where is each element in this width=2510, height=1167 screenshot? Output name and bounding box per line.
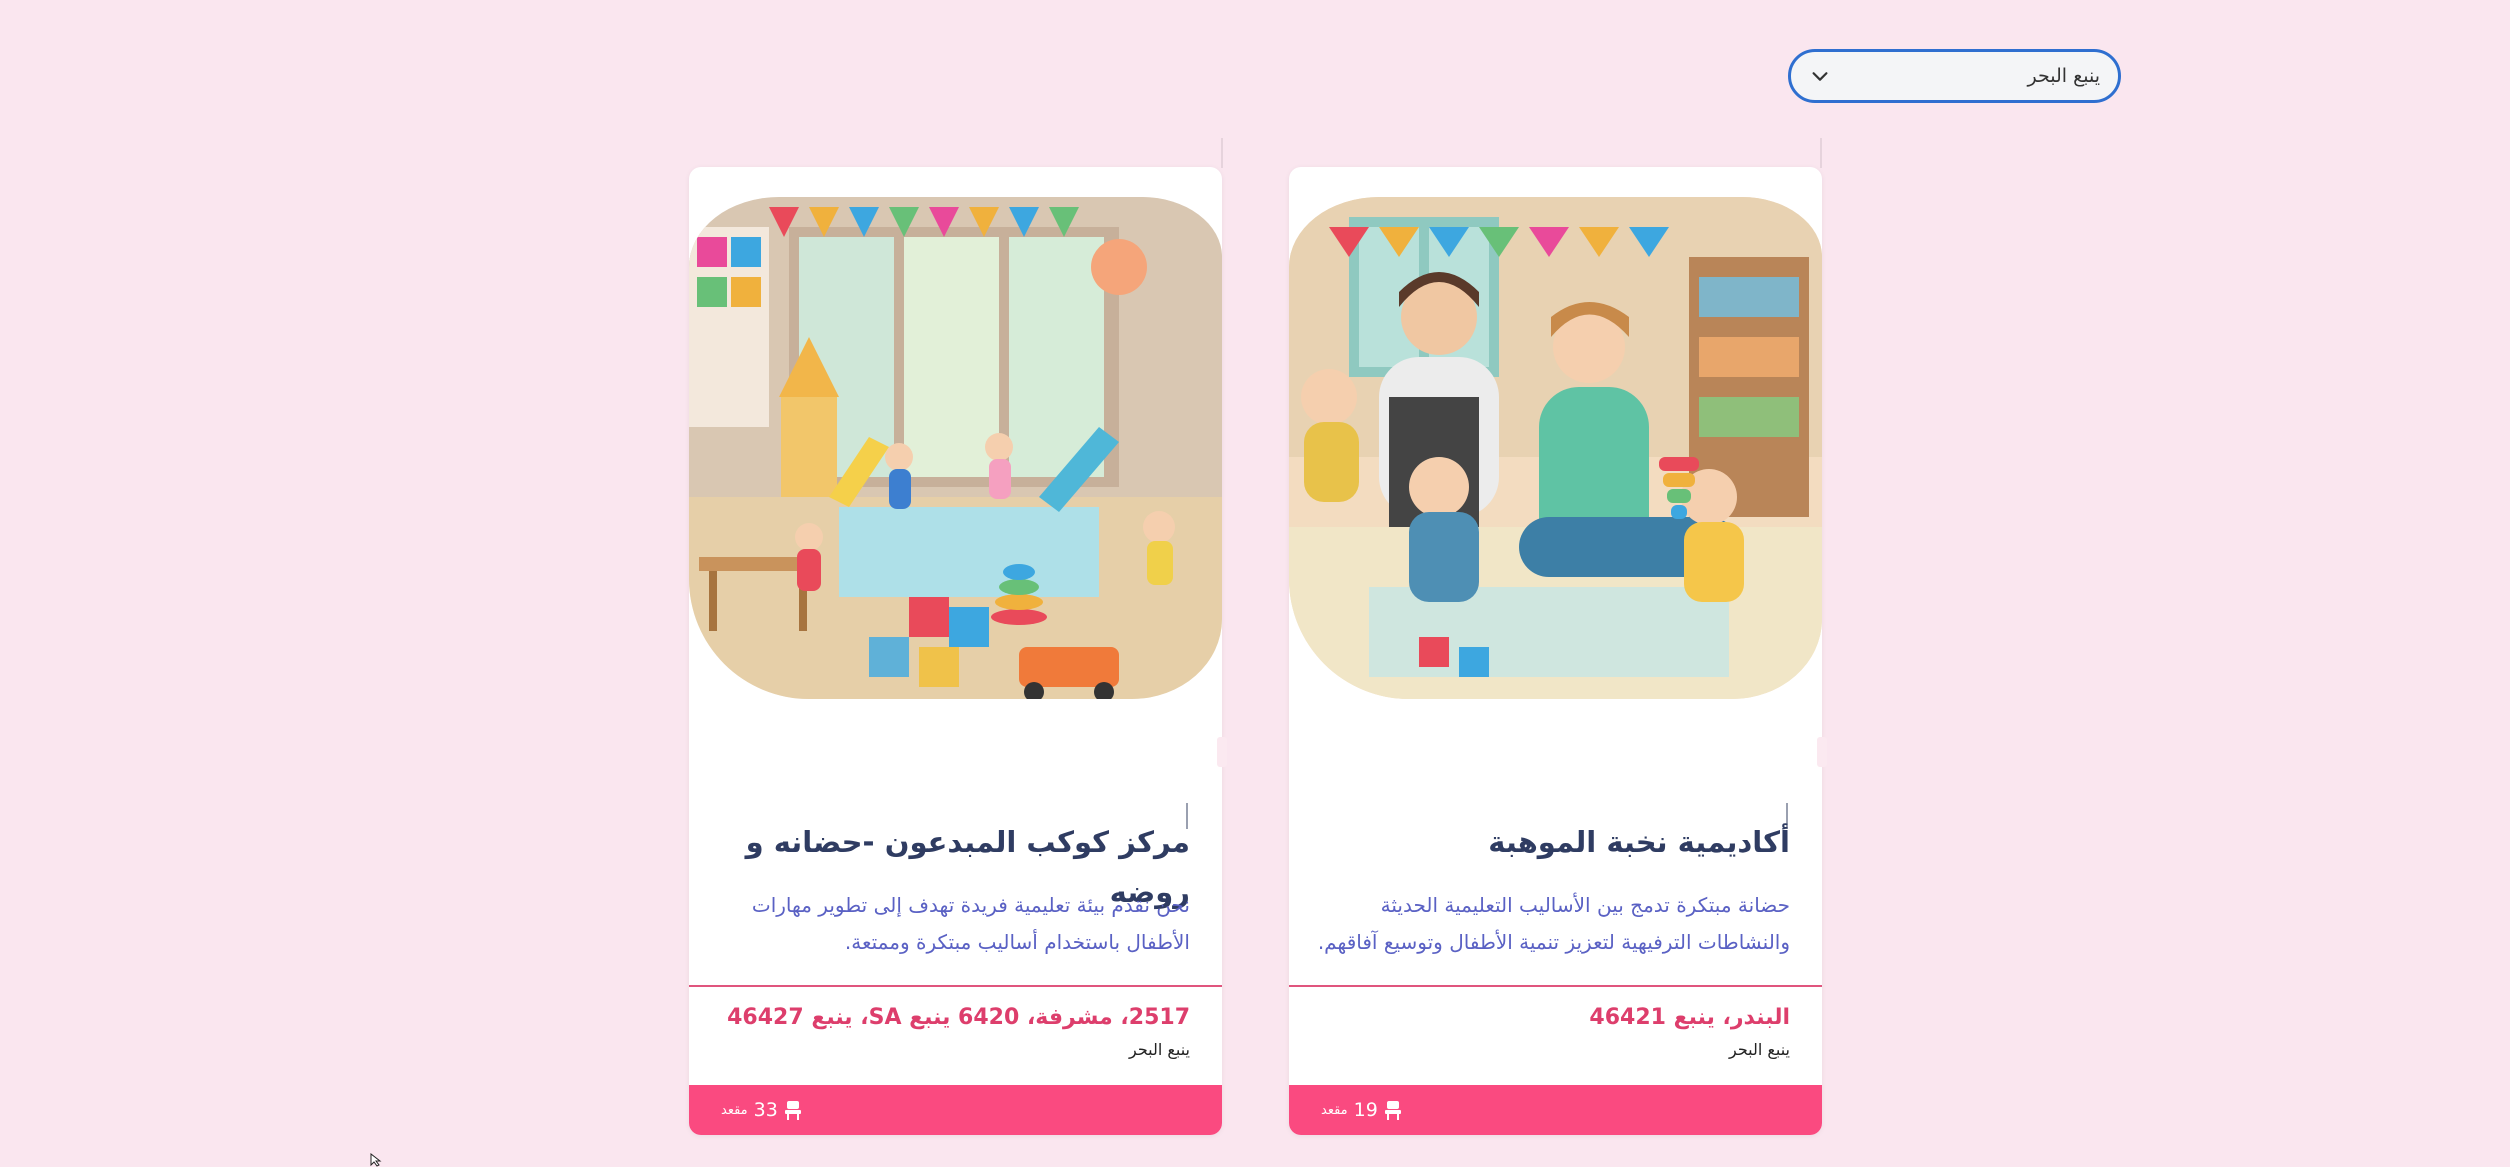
nursery-address: 2517، مشرفة، 6420 ينبع SA، ينبع 46427 <box>727 1005 1190 1030</box>
seats-footer: 19 مقعد <box>1289 1085 1822 1135</box>
carousel-edge-handle[interactable] <box>1817 737 1827 767</box>
nursery-description: حضانة مبتكرة تدمج بين الأساليب التعليمية… <box>1317 893 1790 954</box>
nursery-image <box>689 197 1222 699</box>
nursery-city: ينبع البحر <box>1728 1040 1790 1059</box>
chevron-down-icon <box>1812 72 1828 81</box>
mouse-pointer-icon <box>370 1153 382 1167</box>
seats-label: مقعد <box>1321 1102 1348 1118</box>
seat-icon <box>784 1101 801 1120</box>
city-filter-select[interactable]: ينبع البحر <box>1788 49 2121 103</box>
nursery-city: ينبع البحر <box>1128 1040 1190 1059</box>
column-divider <box>1820 138 1822 168</box>
card-divider <box>689 985 1222 987</box>
nursery-description: نحن نقدم بيئة تعليمية فريدة تهدف إلى تطو… <box>751 893 1190 954</box>
column-divider <box>1221 138 1223 168</box>
nursery-title[interactable]: أكاديمية نخبة الموهبة <box>1309 817 1790 867</box>
nursery-card[interactable]: أكاديمية نخبة الموهبة حضانة مبتكرة تدمج … <box>1289 167 1822 1135</box>
nursery-address: البندر، ينبع 46421 <box>1589 1005 1790 1030</box>
seats-count: 19 <box>1353 1099 1378 1121</box>
seats-label: مقعد <box>721 1102 748 1118</box>
city-filter-value: ينبع البحر <box>2027 65 2100 87</box>
card-divider <box>1289 985 1822 987</box>
nursery-image <box>1289 197 1822 699</box>
carousel-edge-handle[interactable] <box>1217 737 1227 767</box>
seats-footer: 33 مقعد <box>689 1085 1222 1135</box>
nursery-card[interactable]: مركز كوكب المبدعون -حضانه و روضه نحن نقد… <box>689 167 1222 1135</box>
seats-count: 33 <box>753 1099 778 1121</box>
seat-icon <box>1384 1101 1401 1120</box>
